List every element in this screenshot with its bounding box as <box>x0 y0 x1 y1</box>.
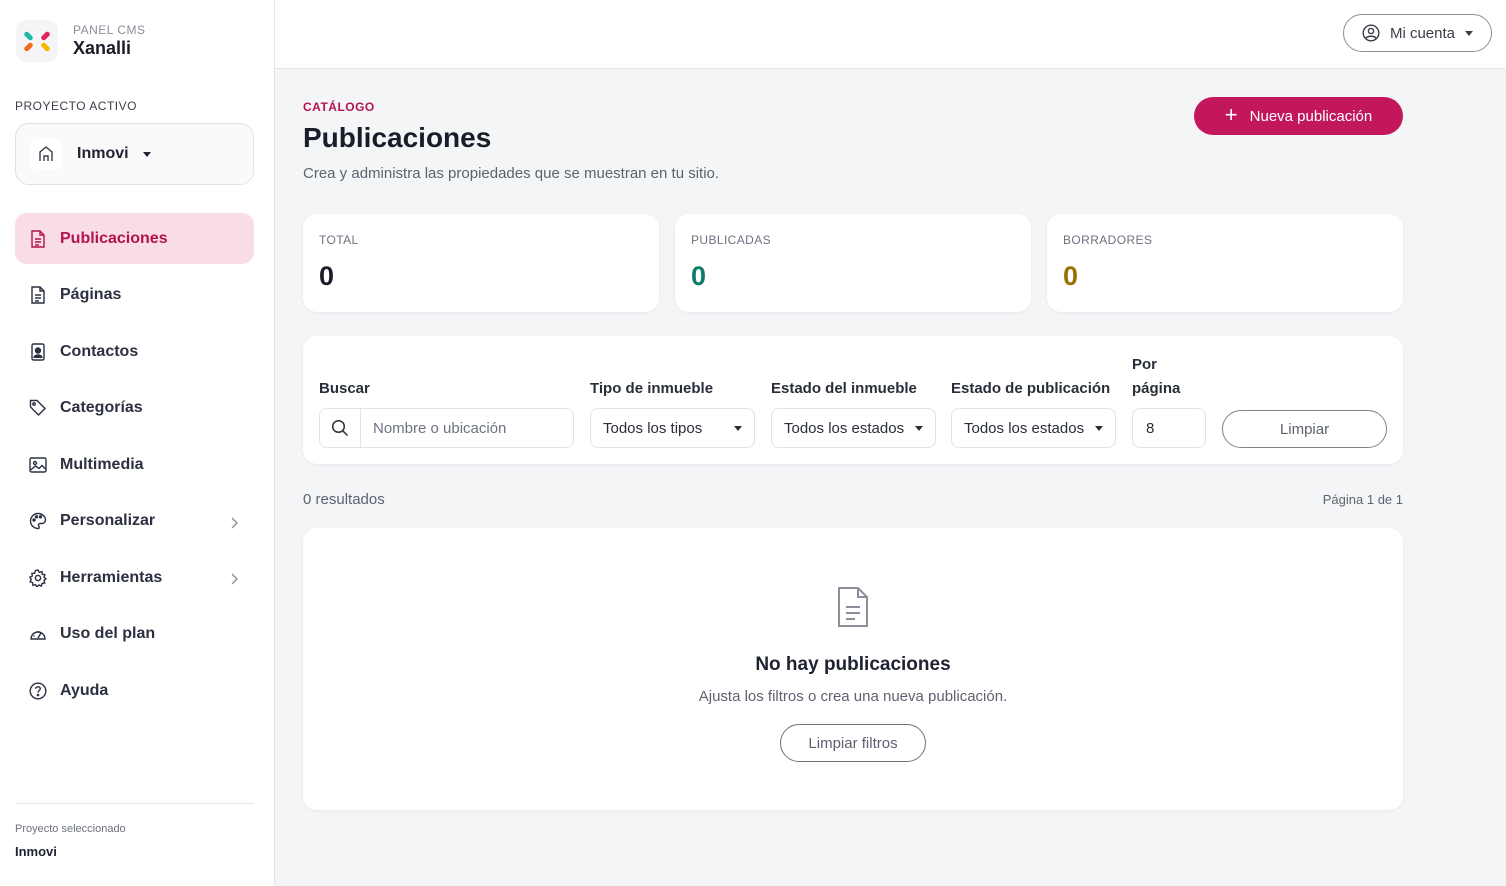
selected-project-value: Inmovi <box>15 844 57 859</box>
project-selector[interactable]: Inmovi <box>15 123 254 185</box>
type-filter-select[interactable]: Todos los tipos <box>590 408 755 448</box>
filters-panel: Buscar Tipo de inmueble Todos los tipos … <box>303 336 1403 464</box>
xanalli-logo-icon <box>16 20 58 62</box>
chevron-right-icon <box>230 516 238 534</box>
plus-icon: + <box>1224 102 1238 127</box>
page-description: Crea y administra las propiedades que se… <box>303 165 720 182</box>
per-page-value: 8 <box>1146 419 1155 437</box>
user-circle-icon <box>1362 24 1380 42</box>
sidebar-item-label: Herramientas <box>60 568 163 586</box>
brand[interactable]: PANEL CMS Xanalli <box>16 20 146 62</box>
stat-value: 0 <box>319 261 335 291</box>
topbar: Mi cuenta <box>275 0 1506 69</box>
stat-card-total: TOTAL 0 <box>303 214 659 312</box>
sidebar-item-contactos[interactable]: Contactos <box>15 326 254 377</box>
file-text-icon <box>29 286 47 304</box>
sidebar-item-label: Uso del plan <box>60 625 156 642</box>
page-indicator: Página 1 de 1 <box>1322 492 1403 507</box>
sidebar-item-uso-del-plan[interactable]: Uso del plan <box>15 609 254 660</box>
section-eyebrow: CATÁLOGO <box>303 100 375 114</box>
house-icon <box>30 138 62 170</box>
empty-description: Ajusta los filtros o crea una nueva publ… <box>698 688 1008 705</box>
sidebar-item-herramientas[interactable]: Herramientas <box>15 552 254 603</box>
caret-down-icon <box>915 426 923 431</box>
caret-down-icon <box>1095 426 1103 431</box>
sidebar-item-label: Ayuda <box>60 681 109 699</box>
publish-state-filter-value: Todos los estados <box>964 419 1085 437</box>
type-filter-label: Tipo de inmueble <box>590 380 714 397</box>
stat-card-borradores: BORRADORES 0 <box>1047 214 1403 312</box>
caret-down-icon <box>1465 30 1474 36</box>
brand-name: Xanalli <box>73 38 132 58</box>
chevron-right-icon <box>230 572 238 590</box>
stat-label: BORRADORES <box>1063 233 1153 247</box>
clear-filters-label: Limpiar <box>1279 420 1330 438</box>
stat-label: TOTAL <box>319 233 359 247</box>
sidebar-item-label: Multimedia <box>60 455 144 473</box>
sidebar-item-label: Categorías <box>60 399 143 416</box>
sidebar-item-label: Contactos <box>60 342 139 360</box>
search-icon <box>320 409 361 447</box>
contact-icon <box>29 342 47 361</box>
empty-state: No hay publicaciones Ajusta los filtros … <box>303 528 1403 810</box>
search-field[interactable] <box>319 408 574 448</box>
brand-subtitle: PANEL CMS <box>73 23 146 37</box>
images-icon <box>29 456 47 474</box>
per-page-input[interactable]: 8 <box>1132 408 1206 448</box>
sidebar-item-paginas[interactable]: Páginas <box>15 270 254 321</box>
publish-state-filter-label: Estado de publicación <box>951 380 1111 397</box>
gear-icon <box>29 568 47 587</box>
type-filter-value: Todos los tipos <box>603 419 703 437</box>
speedometer-icon <box>29 625 47 643</box>
property-state-filter-select[interactable]: Todos los estados <box>771 408 936 448</box>
sidebar-item-label: Publicaciones <box>60 229 168 247</box>
project-name: Inmovi <box>77 145 129 162</box>
document-icon <box>29 229 47 248</box>
clear-filters-button[interactable]: Limpiar <box>1222 410 1387 448</box>
stat-value: 0 <box>1063 261 1079 291</box>
sidebar-item-personalizar[interactable]: Personalizar <box>15 496 254 547</box>
clear-filters-empty-button[interactable]: Limpiar filtros <box>780 724 926 762</box>
search-input[interactable] <box>361 409 561 447</box>
sidebar-item-publicaciones[interactable]: Publicaciones <box>15 213 254 264</box>
caret-down-icon <box>734 426 742 431</box>
sidebar-item-label: Páginas <box>60 286 122 303</box>
per-page-label-line1: Por <box>1132 356 1158 373</box>
sidebar-nav: Publicaciones Páginas Contactos Categorí… <box>15 213 254 722</box>
new-publication-button[interactable]: + Nueva publicación <box>1194 97 1403 135</box>
tags-icon <box>29 399 47 417</box>
stat-value: 0 <box>691 261 707 291</box>
stat-card-publicadas: PUBLICADAS 0 <box>675 214 1031 312</box>
new-publication-label: Nueva publicación <box>1249 107 1373 125</box>
question-circle-icon <box>29 681 47 700</box>
sidebar-item-multimedia[interactable]: Multimedia <box>15 439 254 490</box>
page-title: Publicaciones <box>303 122 492 153</box>
property-state-filter-label: Estado del inmueble <box>771 380 917 397</box>
stat-label: PUBLICADAS <box>691 233 772 247</box>
project-section-label: PROYECTO ACTIVO <box>15 99 137 113</box>
clear-filters-empty-label: Limpiar filtros <box>808 734 898 752</box>
sidebar-item-ayuda[interactable]: Ayuda <box>15 665 254 716</box>
account-menu-button[interactable]: Mi cuenta <box>1343 14 1492 52</box>
publish-state-filter-select[interactable]: Todos los estados <box>951 408 1116 448</box>
empty-title: No hay publicaciones <box>755 654 951 675</box>
palette-icon <box>29 512 47 530</box>
results-count: 0 resultados <box>303 491 385 508</box>
selected-project-label: Proyecto seleccionado <box>15 823 126 835</box>
sidebar-footer: Proyecto seleccionado Inmovi <box>15 803 254 859</box>
sidebar-item-categorias[interactable]: Categorías <box>15 383 254 434</box>
property-state-filter-value: Todos los estados <box>784 419 905 437</box>
document-icon <box>836 586 870 633</box>
per-page-label-line2: página <box>1132 380 1181 397</box>
search-label: Buscar <box>319 380 370 397</box>
sidebar: PANEL CMS Xanalli PROYECTO ACTIVO Inmovi… <box>0 0 275 886</box>
caret-down-icon <box>142 151 151 157</box>
sidebar-item-label: Personalizar <box>60 512 156 529</box>
account-menu-label: Mi cuenta <box>1389 24 1456 42</box>
